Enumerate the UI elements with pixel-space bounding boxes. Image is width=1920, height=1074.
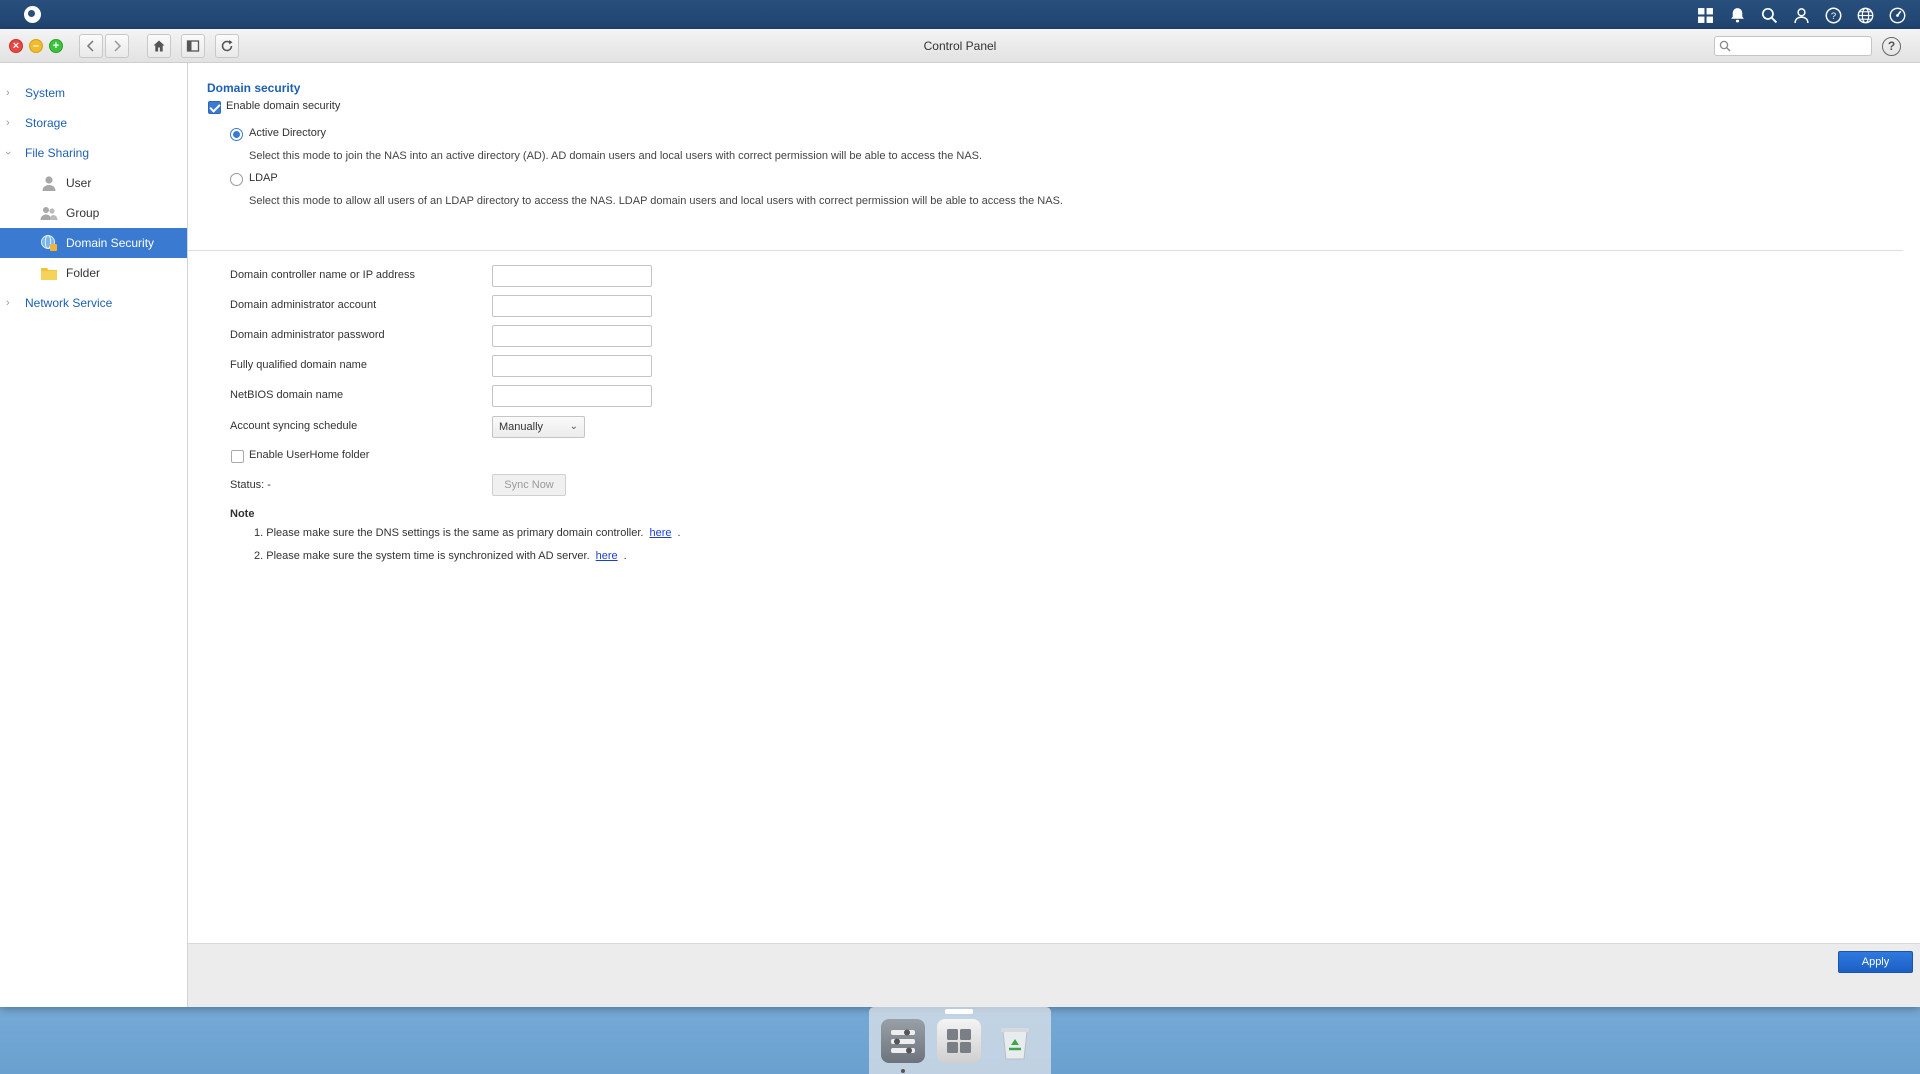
chevron-down-icon: › xyxy=(1,151,14,155)
dock-control-panel-icon[interactable] xyxy=(881,1019,925,1063)
note-end: . xyxy=(677,527,681,539)
sidebar-group-label: Network Service xyxy=(25,296,113,310)
netbios-input[interactable] xyxy=(492,385,652,407)
enable-domain-security-checkbox[interactable] xyxy=(208,101,221,114)
sidebar-item-user[interactable]: User xyxy=(0,168,187,198)
active-directory-label: Active Directory xyxy=(249,127,327,139)
chevron-right-icon: › xyxy=(6,117,10,129)
ldap-description: Select this mode to allow all users of a… xyxy=(249,195,1063,207)
language-globe-icon[interactable] xyxy=(1852,4,1878,26)
chevron-right-icon: › xyxy=(6,297,10,309)
sync-schedule-select[interactable]: Manually ⌄ xyxy=(492,416,585,438)
dock-handle[interactable] xyxy=(945,1009,973,1014)
sidebar-item-label: Domain Security xyxy=(66,236,155,250)
group-icon xyxy=(40,207,58,220)
sync-schedule-value: Manually xyxy=(499,421,544,433)
apps-grid-icon[interactable] xyxy=(1692,4,1718,26)
sidebar-group-system[interactable]: › System xyxy=(0,78,187,108)
domain-admin-password-input[interactable] xyxy=(492,325,652,347)
note-item: 1. Please make sure the DNS settings is … xyxy=(254,527,681,539)
enable-userhome-label: Enable UserHome folder xyxy=(249,449,370,461)
user-icon xyxy=(42,176,56,191)
window-title: Control Panel xyxy=(923,39,997,53)
sidebar-group-label: Storage xyxy=(25,116,68,130)
apply-button[interactable]: Apply xyxy=(1838,951,1913,973)
enable-domain-security-label: Enable domain security xyxy=(226,100,341,112)
sidebar-item-label: User xyxy=(66,176,92,190)
sidebar-group-storage[interactable]: › Storage xyxy=(0,108,187,138)
fqdn-label: Fully qualified domain name xyxy=(230,359,367,371)
dashboard-gauge-icon[interactable] xyxy=(1884,4,1910,26)
active-directory-description: Select this mode to join the NAS into an… xyxy=(249,150,983,162)
note-end: . xyxy=(623,550,627,562)
sidebar-group-label: System xyxy=(25,86,66,100)
domain-controller-label: Domain controller name or IP address xyxy=(230,269,416,281)
sidebar-item-label: Group xyxy=(66,206,100,220)
enable-userhome-checkbox[interactable] xyxy=(231,450,244,463)
sync-schedule-label: Account syncing schedule xyxy=(230,420,358,432)
folder-icon xyxy=(41,268,57,280)
system-top-bar: ? xyxy=(0,0,1920,29)
chevron-down-icon: ⌄ xyxy=(569,421,578,432)
active-directory-radio[interactable] xyxy=(230,128,243,141)
sidebar-item-label: Folder xyxy=(66,266,101,280)
sidebar-group-network-service[interactable]: › Network Service xyxy=(0,288,187,318)
search-input[interactable] xyxy=(1735,38,1867,54)
domain-controller-input[interactable] xyxy=(492,265,652,287)
status-text: Status: - xyxy=(230,479,271,491)
dns-settings-link[interactable]: here xyxy=(649,527,671,539)
help-icon[interactable]: ? xyxy=(1820,4,1846,26)
dock-app-center-icon[interactable] xyxy=(937,1019,981,1063)
fqdn-input[interactable] xyxy=(492,355,652,377)
sidebar: › System › Storage › File Sharing User G… xyxy=(0,63,188,1007)
domain-security-icon xyxy=(41,235,57,251)
domain-admin-account-label: Domain administrator account xyxy=(230,299,377,311)
window-footer: Apply xyxy=(188,943,1920,1007)
domain-admin-account-input[interactable] xyxy=(492,295,652,317)
search-icon xyxy=(1719,40,1731,52)
sidebar-group-label: File Sharing xyxy=(25,146,90,160)
ldap-label: LDAP xyxy=(249,172,278,184)
section-title: Domain security xyxy=(207,81,301,95)
window-titlebar: × – + Control Panel ? xyxy=(0,29,1920,63)
search-box[interactable] xyxy=(1714,36,1872,56)
search-icon[interactable] xyxy=(1756,4,1782,26)
system-time-link[interactable]: here xyxy=(596,550,618,562)
sync-now-button[interactable]: Sync Now xyxy=(492,474,566,496)
notification-bell-icon[interactable] xyxy=(1724,4,1750,26)
note-title: Note xyxy=(230,508,255,520)
user-account-icon[interactable] xyxy=(1788,4,1814,26)
help-button[interactable]: ? xyxy=(1882,37,1901,56)
dock-recycle-bin-icon[interactable] xyxy=(993,1019,1037,1063)
sidebar-item-group[interactable]: Group xyxy=(0,198,187,228)
section-divider xyxy=(188,250,1903,251)
sidebar-group-file-sharing[interactable]: › File Sharing xyxy=(0,138,187,168)
sidebar-item-folder[interactable]: Folder xyxy=(0,258,187,288)
svg-text:?: ? xyxy=(1830,11,1835,22)
top-bar-icons: ? xyxy=(1692,4,1910,26)
ldap-radio[interactable] xyxy=(230,173,243,186)
netbios-label: NetBIOS domain name xyxy=(230,389,344,401)
chevron-right-icon: › xyxy=(6,87,10,99)
dock xyxy=(869,1007,1051,1074)
domain-admin-password-label: Domain administrator password xyxy=(230,329,385,341)
note-text: 1. Please make sure the DNS settings is … xyxy=(254,527,644,539)
note-text: 2. Please make sure the system time is s… xyxy=(254,550,590,562)
domain-security-panel: Domain security Enable domain security A… xyxy=(188,63,1920,943)
sidebar-item-domain-security[interactable]: Domain Security xyxy=(0,228,187,258)
control-panel-window: × – + Control Panel ? › System › Storage… xyxy=(0,29,1920,1007)
qts-logo-icon[interactable] xyxy=(24,6,41,23)
running-indicator xyxy=(901,1069,905,1073)
note-item: 2. Please make sure the system time is s… xyxy=(254,550,627,562)
